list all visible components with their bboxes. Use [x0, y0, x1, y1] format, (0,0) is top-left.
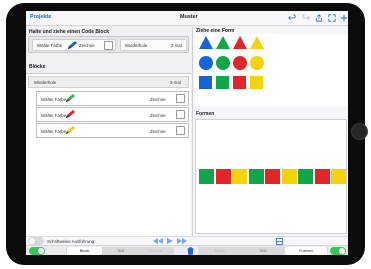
drawn-square [281, 169, 297, 184]
red-pencil-icon [66, 110, 75, 118]
bottom-tab-bar: Block Text Formen Block Text Formen [26, 245, 348, 255]
triangle-shape[interactable] [216, 36, 230, 49]
forms-title: Formen [196, 111, 215, 117]
block-choose-color-label: Wähle Farbe [41, 97, 67, 102]
choose-color-draw-block[interactable]: Wähle Farbe Zeichne [32, 39, 116, 51]
green-pencil-icon [66, 94, 75, 102]
repeat-count: 2 mal [171, 43, 182, 48]
shape-palette [195, 34, 347, 106]
square-shape[interactable] [233, 76, 246, 89]
block-row[interactable]: Wähle Farbe Zeichne [36, 91, 189, 106]
circle-shape[interactable] [199, 56, 213, 70]
page-title: Muster [180, 14, 198, 20]
drawn-square [331, 169, 346, 184]
pencil-icon [68, 41, 77, 49]
yellow-pencil-icon [66, 126, 75, 134]
right-tab-forms[interactable]: Formen [285, 247, 327, 255]
square-shape[interactable] [250, 76, 263, 89]
repeat-block[interactable]: Wiederhole 2 mal [120, 39, 187, 51]
repeat-loop-count: 3 mal [170, 80, 181, 85]
right-tab-text[interactable]: Text [242, 247, 284, 255]
blocks-title: Blöcke [29, 64, 46, 70]
trash-icon[interactable] [187, 247, 194, 255]
left-tab-block[interactable]: Block [67, 247, 102, 255]
home-button[interactable] [351, 123, 368, 140]
share-icon[interactable] [315, 14, 323, 22]
blocks-workspace[interactable]: Wiederhole 3 mal Wähle Farbe Zeichne Wäh… [26, 73, 191, 236]
block-draw-checkbox[interactable] [176, 126, 185, 135]
repeat-label: Wiederhole [125, 43, 148, 48]
draw-label: Zeichne [79, 43, 95, 48]
drawn-square [199, 169, 214, 184]
repeat-loop-block[interactable]: Wiederhole 3 mal [28, 76, 189, 88]
triangle-shape[interactable] [233, 36, 247, 49]
controls-bar: Schrittweise Ausführung [26, 236, 348, 245]
rewind-icon[interactable] [153, 238, 163, 244]
square-shape[interactable] [199, 76, 212, 89]
choose-color-label: Wähle Farbe [37, 43, 63, 48]
toggle-knob [339, 248, 345, 254]
circle-shape[interactable] [233, 56, 247, 70]
fast-forward-icon[interactable] [177, 238, 187, 244]
repeat-loop-label: Wiederhole [34, 80, 57, 85]
left-segmented-control: Block Text Formen [66, 247, 174, 255]
drawn-square [314, 169, 330, 184]
block-draw-checkbox[interactable] [176, 94, 185, 103]
drawn-square [248, 169, 264, 184]
undo-icon[interactable] [288, 14, 296, 22]
redo-icon[interactable] [302, 14, 310, 22]
code-panel: Halte und ziehe einen Code Block Wähle F… [26, 27, 191, 236]
grid-icon[interactable] [276, 238, 283, 245]
projects-back-link[interactable]: Projekte [30, 14, 51, 20]
add-icon[interactable] [340, 14, 348, 22]
circle-shape[interactable] [216, 56, 230, 70]
toggle-knob [29, 238, 35, 244]
drawn-square [298, 169, 313, 184]
block-draw-label: Zeichne [150, 129, 166, 134]
block-draw-label: Zeichne [150, 113, 166, 118]
play-icon[interactable] [167, 238, 173, 244]
block-choose-color-label: Wähle Farbe [41, 113, 67, 118]
step-mode-label: Schrittweise Ausführung [47, 239, 95, 244]
left-mode-toggle[interactable] [29, 247, 45, 255]
drawn-square [215, 169, 231, 184]
block-row[interactable]: Wähle Farbe Zeichne [36, 123, 189, 138]
fullscreen-icon[interactable] [328, 14, 336, 22]
block-row[interactable]: Wähle Farbe Zeichne [36, 107, 189, 122]
code-block-palette: Wähle Farbe Zeichne Wiederhole 2 mal [28, 36, 189, 53]
block-draw-checkbox[interactable] [176, 110, 185, 119]
block-draw-label: Zeichne [150, 97, 166, 102]
step-mode-toggle[interactable] [28, 237, 44, 245]
triangle-shape[interactable] [199, 36, 213, 49]
triangle-shape[interactable] [250, 36, 264, 49]
right-segmented-control: Block Text Formen [198, 247, 328, 255]
app-screen: Projekte Muster Halte und ziehe einen Co… [26, 11, 348, 255]
right-tab-block[interactable]: Block [199, 247, 241, 255]
circle-shape[interactable] [250, 56, 264, 70]
drawn-square [232, 169, 247, 184]
block-choose-color-label: Wähle Farbe [41, 129, 67, 134]
navigation-bar: Projekte Muster [26, 11, 348, 26]
draw-checkbox[interactable] [104, 41, 113, 50]
left-tab-text[interactable]: Text [103, 247, 138, 255]
left-tab-forms[interactable]: Formen [138, 247, 173, 255]
drawn-square [265, 169, 280, 184]
shapes-panel: Ziehe eine Form Formen [192, 27, 348, 236]
toggle-knob [38, 248, 44, 254]
drag-code-block-title: Halte und ziehe einen Code Block [29, 29, 110, 35]
square-shape[interactable] [216, 76, 229, 89]
right-mode-toggle[interactable] [330, 247, 346, 255]
forms-canvas[interactable] [195, 119, 347, 234]
